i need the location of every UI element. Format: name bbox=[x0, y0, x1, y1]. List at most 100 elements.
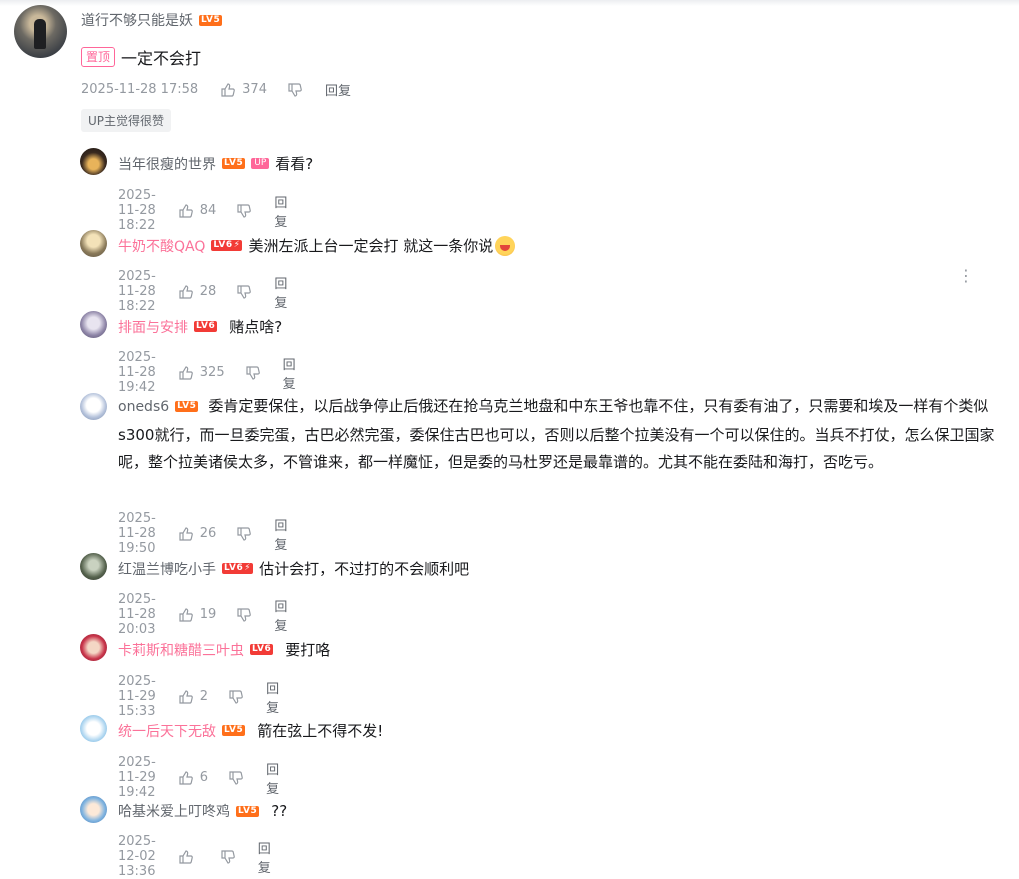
reply-text: 估计会打，不过打的不会顺利吧 bbox=[259, 560, 470, 578]
reply-button[interactable]: 回复 bbox=[274, 192, 287, 230]
level-badge: LV6⚡ bbox=[222, 563, 254, 574]
reply-button[interactable]: 回复 bbox=[266, 678, 279, 716]
dislike-button[interactable] bbox=[236, 284, 252, 300]
lightning-icon: ⚡ bbox=[244, 563, 252, 573]
username[interactable]: 统一后天下无敌 bbox=[118, 721, 216, 741]
thumbs-down-icon bbox=[229, 689, 243, 704]
like-count: 325 bbox=[199, 365, 225, 380]
username[interactable]: 排面与安排 bbox=[118, 317, 188, 337]
reply-header: 牛奶不酸QAQ LV6⚡ 美洲左派上台一定会打 就这一条你说 bbox=[118, 235, 516, 256]
thumbs-up-icon bbox=[179, 770, 193, 785]
thumbs-up-icon bbox=[221, 82, 235, 97]
timestamp: 2025-12-02 13:36 bbox=[118, 834, 156, 879]
pinned-badge: 置顶 bbox=[81, 47, 116, 67]
reply-button[interactable]: 回复 bbox=[266, 759, 279, 797]
like-button[interactable]: 28 bbox=[178, 284, 217, 300]
avatar[interactable] bbox=[80, 553, 107, 580]
dislike-button[interactable] bbox=[245, 365, 261, 381]
like-button[interactable]: 84 bbox=[178, 203, 216, 219]
avatar[interactable] bbox=[80, 715, 107, 742]
reply-meta: 2025-11-28 19:50 26 回复 bbox=[118, 511, 287, 556]
reply-text: 箭在弦上不得不发! bbox=[257, 722, 384, 740]
thumbs-down-icon bbox=[237, 607, 252, 622]
username[interactable]: 卡莉斯和糖醋三叶虫 bbox=[118, 640, 244, 660]
dislike-button[interactable] bbox=[220, 849, 236, 865]
username[interactable]: 牛奶不酸QAQ bbox=[118, 236, 205, 256]
username[interactable]: oneds6 bbox=[118, 399, 169, 415]
thumbs-up-icon bbox=[179, 203, 193, 218]
dislike-button[interactable] bbox=[287, 82, 303, 98]
timestamp: 2025-11-28 18:22 bbox=[118, 188, 156, 233]
root-comment-text: 一定不会打 bbox=[121, 49, 202, 68]
level-badge: LV6 bbox=[250, 644, 274, 655]
like-count: 2 bbox=[199, 689, 209, 704]
more-options-icon[interactable]: ⋮ bbox=[958, 268, 974, 284]
up-badge: UP bbox=[251, 158, 270, 169]
timestamp: 2025-11-28 19:42 bbox=[118, 350, 156, 395]
level-text: LV6 bbox=[224, 563, 244, 573]
username[interactable]: 红温兰博吃小手 bbox=[118, 559, 216, 579]
reply-button[interactable]: 回复 bbox=[325, 80, 351, 99]
top-divider bbox=[0, 0, 1019, 6]
reply-meta: 2025-11-29 15:33 2 回复 bbox=[118, 674, 279, 719]
username[interactable]: 哈基米爱上叮咚鸡 bbox=[118, 801, 230, 821]
reply-button[interactable]: 回复 bbox=[258, 838, 271, 876]
root-username[interactable]: 道行不够只能是妖 bbox=[81, 10, 193, 30]
root-meta: 2025-11-28 17:58 374 回复 bbox=[81, 80, 351, 99]
username[interactable]: 当年很瘦的世界 bbox=[118, 154, 216, 174]
reply-header: 排面与安排 LV6 赌点啥? bbox=[118, 316, 282, 337]
timestamp: 2025-11-28 19:50 bbox=[118, 511, 156, 556]
dislike-button[interactable] bbox=[236, 607, 252, 623]
reply-header: 统一后天下无敌 LV5 箭在弦上不得不发! bbox=[118, 720, 383, 741]
avatar[interactable] bbox=[80, 393, 107, 420]
like-button[interactable]: 19 bbox=[178, 607, 217, 623]
thumbs-up-icon bbox=[179, 365, 193, 380]
like-button[interactable]: 2 bbox=[178, 689, 208, 705]
thumbs-down-icon bbox=[288, 82, 302, 97]
timestamp: 2025-11-29 19:42 bbox=[118, 755, 156, 800]
like-button[interactable]: 325 bbox=[178, 365, 225, 381]
level-badge: LV6 bbox=[194, 321, 218, 332]
avatar[interactable] bbox=[80, 311, 107, 338]
reply-meta: 2025-11-28 20:03 19 回复 bbox=[118, 592, 287, 637]
reply-header: 卡莉斯和糖醋三叶虫 LV6 要打咯 bbox=[118, 639, 330, 660]
level-badge: LV5 bbox=[199, 14, 223, 26]
reply-button[interactable]: 回复 bbox=[274, 596, 287, 634]
avatar[interactable] bbox=[80, 796, 107, 823]
level-badge: LV5 bbox=[175, 401, 199, 412]
reply-button[interactable]: 回复 bbox=[283, 354, 296, 392]
reply-header: 哈基米爱上叮咚鸡 LV5 ?? bbox=[118, 801, 287, 821]
thumbs-up-icon bbox=[179, 849, 193, 864]
avatar[interactable] bbox=[80, 634, 107, 661]
level-badge: LV6⚡ bbox=[211, 240, 243, 251]
reply-text: 委肯定要保住，以后战争停止后俄还在抢乌克兰地盘和中东王爷也靠不住，只有委有油了，… bbox=[118, 397, 995, 471]
dislike-button[interactable] bbox=[228, 770, 244, 786]
level-badge: LV5 bbox=[236, 805, 260, 817]
reply-button[interactable]: 回复 bbox=[274, 273, 287, 311]
dislike-button[interactable] bbox=[236, 203, 252, 219]
reply-text: ?? bbox=[271, 802, 288, 820]
avatar[interactable] bbox=[80, 230, 107, 257]
like-count: 19 bbox=[199, 607, 217, 622]
reply-button[interactable]: 回复 bbox=[274, 515, 287, 553]
like-button[interactable]: 374 bbox=[220, 82, 267, 98]
thumbs-down-icon bbox=[229, 770, 243, 785]
thumbs-up-icon bbox=[179, 689, 193, 704]
like-button[interactable] bbox=[178, 849, 200, 865]
like-button[interactable]: 6 bbox=[178, 770, 208, 786]
root-user-header: 道行不够只能是妖 LV5 bbox=[81, 10, 223, 30]
reply-header: 当年很瘦的世界 LV5 UP 看看? bbox=[118, 153, 313, 174]
reply-meta: 2025-12-02 13:36 回复 bbox=[118, 834, 271, 879]
level-badge: LV5 bbox=[222, 158, 246, 169]
dislike-button[interactable] bbox=[236, 526, 252, 542]
up-liked-tag: UP主觉得很赞 bbox=[81, 109, 172, 132]
root-avatar[interactable] bbox=[14, 5, 67, 58]
dislike-button[interactable] bbox=[228, 689, 244, 705]
like-count: 28 bbox=[199, 284, 217, 299]
like-button[interactable]: 26 bbox=[178, 526, 216, 542]
reply-meta: 2025-11-28 18:22 84 回复 bbox=[118, 188, 287, 233]
thumbs-up-icon bbox=[179, 284, 193, 299]
reply-header: 红温兰博吃小手 LV6⚡ 估计会打，不过打的不会顺利吧 bbox=[118, 558, 469, 579]
thumbs-up-icon bbox=[179, 607, 193, 622]
avatar[interactable] bbox=[80, 148, 107, 175]
